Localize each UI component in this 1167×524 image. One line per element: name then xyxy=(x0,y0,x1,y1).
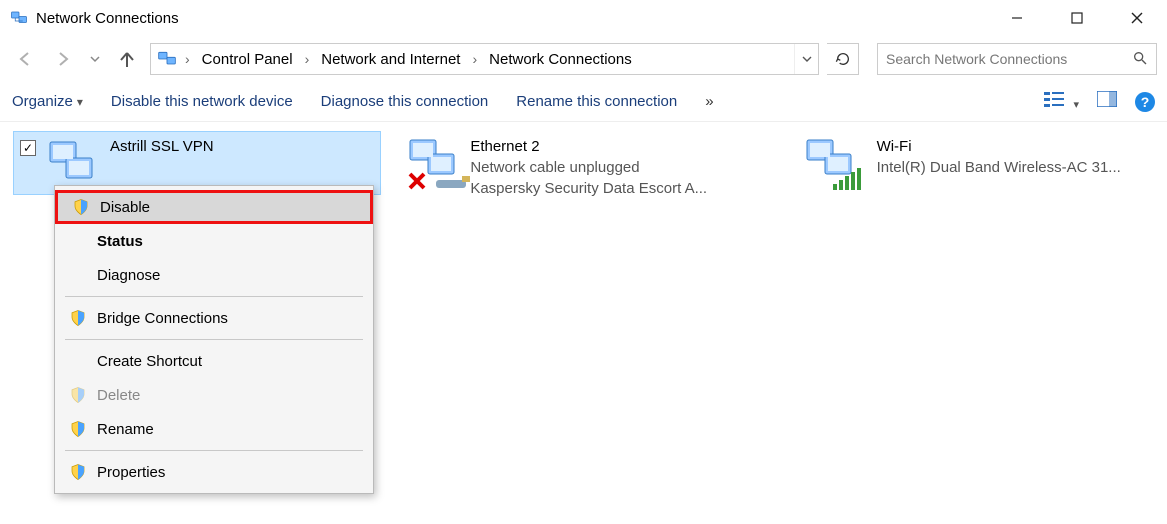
breadcrumb-item[interactable]: Control Panel xyxy=(196,44,299,74)
ctx-bridge[interactable]: Bridge Connections xyxy=(55,301,373,335)
search-icon xyxy=(1132,50,1148,69)
cable-icon xyxy=(436,176,470,188)
shield-icon xyxy=(69,420,87,438)
error-badge-icon xyxy=(410,174,424,188)
overflow-icon: » xyxy=(705,93,713,110)
search-input[interactable] xyxy=(886,51,1132,67)
network-connections-icon xyxy=(10,9,28,27)
shield-icon xyxy=(69,386,87,404)
ctx-status[interactable]: Status xyxy=(55,224,373,258)
connection-name: Wi-Fi xyxy=(877,136,1121,157)
window-title: Network Connections xyxy=(36,10,179,27)
minimize-button[interactable] xyxy=(987,0,1047,36)
ctx-create-shortcut[interactable]: Create Shortcut xyxy=(55,344,373,378)
ctx-separator xyxy=(65,339,363,340)
chevron-right-icon: › xyxy=(301,51,314,67)
ctx-properties[interactable]: Properties xyxy=(55,455,373,489)
breadcrumb-item[interactable]: Network and Internet xyxy=(315,44,466,74)
ctx-delete: Delete xyxy=(55,378,373,412)
nav-recent-dropdown[interactable] xyxy=(86,44,104,74)
chevron-down-icon: ▾ xyxy=(77,95,83,109)
toolbar-right: ▾ ? xyxy=(1043,90,1155,113)
navbar: › Control Panel › Network and Internet ›… xyxy=(0,36,1167,82)
connection-name: Ethernet 2 xyxy=(470,136,707,157)
breadcrumb-dropdown[interactable] xyxy=(794,44,818,74)
chevron-right-icon: › xyxy=(468,51,481,67)
preview-pane-button[interactable] xyxy=(1097,91,1117,112)
nav-back-button[interactable] xyxy=(10,44,40,74)
nav-up-button[interactable] xyxy=(112,44,142,74)
search-box[interactable] xyxy=(877,43,1157,75)
ctx-separator xyxy=(65,296,363,297)
toolbar-label: Disable this network device xyxy=(111,93,293,110)
ctx-label: Properties xyxy=(97,464,165,481)
breadcrumb-item[interactable]: Network Connections xyxy=(483,44,638,74)
network-adapter-icon xyxy=(46,136,100,190)
diagnose-connection-button[interactable]: Diagnose this connection xyxy=(321,93,489,110)
connection-adapter: Kaspersky Security Data Escort A... xyxy=(470,178,707,199)
disable-device-button[interactable]: Disable this network device xyxy=(111,93,293,110)
connection-adapter: Intel(R) Dual Band Wireless-AC 31... xyxy=(877,157,1121,178)
toolbar-overflow[interactable]: » xyxy=(705,93,713,110)
window-controls xyxy=(987,0,1167,36)
close-button[interactable] xyxy=(1107,0,1167,36)
connection-item-wifi[interactable]: Wi-Fi Intel(R) Dual Band Wireless-AC 31.… xyxy=(797,132,1153,194)
rename-connection-button[interactable]: Rename this connection xyxy=(516,93,677,110)
connection-name: Astrill SSL VPN xyxy=(110,136,214,157)
connection-item-ethernet[interactable]: Ethernet 2 Network cable unplugged Kaspe… xyxy=(400,132,776,203)
ctx-label: Diagnose xyxy=(97,267,160,284)
toolbar-label: Organize xyxy=(12,93,73,110)
ctx-separator xyxy=(65,450,363,451)
ctx-rename[interactable]: Rename xyxy=(55,412,373,446)
refresh-button[interactable] xyxy=(827,43,859,75)
ctx-disable[interactable]: Disable xyxy=(55,190,373,224)
connection-status: Network cable unplugged xyxy=(470,157,707,178)
maximize-button[interactable] xyxy=(1047,0,1107,36)
toolbar-label: Rename this connection xyxy=(516,93,677,110)
network-adapter-icon xyxy=(803,136,867,190)
breadcrumb[interactable]: › Control Panel › Network and Internet ›… xyxy=(150,43,819,75)
ctx-label: Status xyxy=(97,233,143,250)
network-adapter-icon xyxy=(406,136,460,190)
network-connections-icon xyxy=(157,49,177,69)
shield-icon xyxy=(69,463,87,481)
toolbar-label: Diagnose this connection xyxy=(321,93,489,110)
toolbar: Organize ▾ Disable this network device D… xyxy=(0,82,1167,122)
ctx-label: Disable xyxy=(100,199,150,216)
help-button[interactable]: ? xyxy=(1135,92,1155,112)
ctx-label: Bridge Connections xyxy=(97,310,228,327)
nav-forward-button[interactable] xyxy=(48,44,78,74)
ctx-label: Create Shortcut xyxy=(97,353,202,370)
chevron-down-icon: ▾ xyxy=(1069,99,1079,111)
organize-menu[interactable]: Organize ▾ xyxy=(12,93,83,110)
connection-checkbox[interactable]: ✓ xyxy=(20,140,36,156)
ctx-label: Delete xyxy=(97,387,140,404)
context-menu: Disable Status Diagnose Bridge Connectio… xyxy=(54,185,374,494)
ctx-label: Rename xyxy=(97,421,154,438)
shield-icon xyxy=(69,309,87,327)
chevron-right-icon: › xyxy=(181,51,194,67)
view-options-button[interactable]: ▾ xyxy=(1043,90,1079,113)
shield-icon xyxy=(72,198,90,216)
ctx-diagnose[interactable]: Diagnose xyxy=(55,258,373,292)
